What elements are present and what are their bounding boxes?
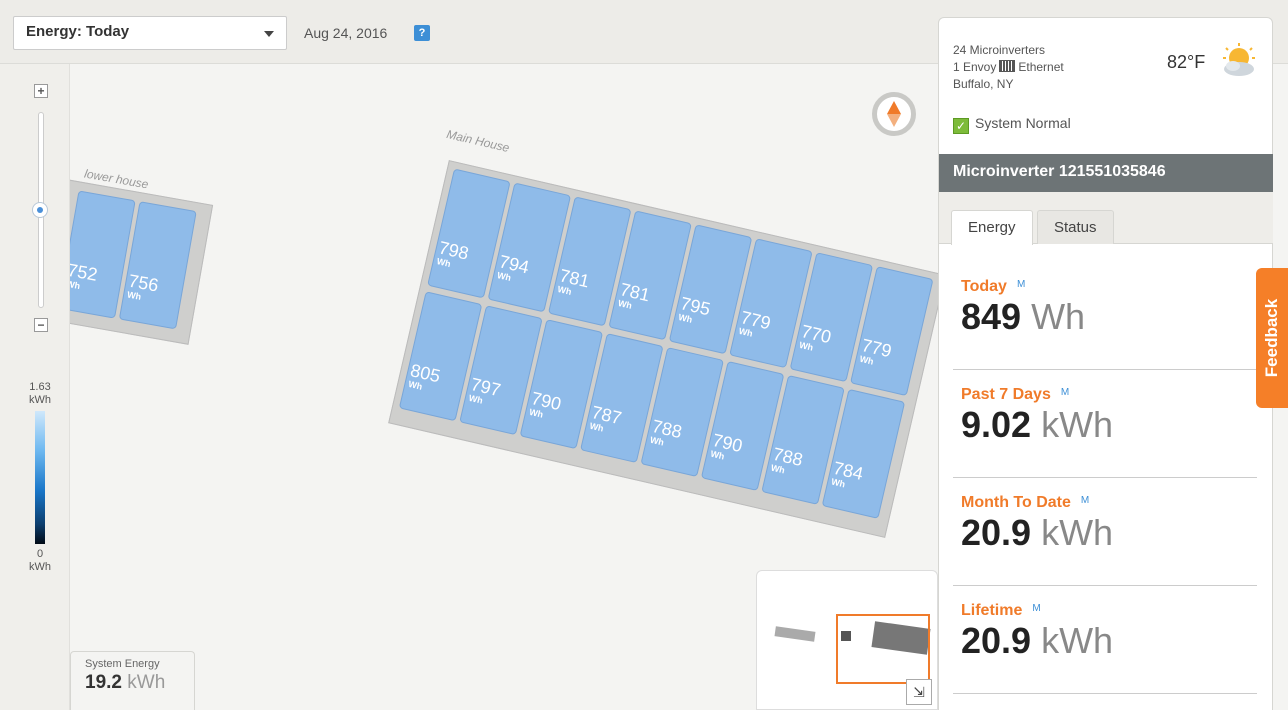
partly-cloudy-icon — [1223, 43, 1255, 76]
panel-unit: Wh — [435, 256, 452, 270]
chevron-down-icon — [264, 31, 274, 37]
stat-unit: kWh — [1041, 512, 1114, 553]
stat-value: 20.9 — [961, 512, 1032, 553]
zoom-slider-thumb[interactable] — [32, 202, 48, 218]
stat-title: Past 7 Days — [961, 386, 1051, 403]
panel-unit: Wh — [528, 406, 545, 420]
system-info-panel: 24 Microinverters 1 Envoy Ethernet Buffal… — [938, 17, 1273, 710]
overview-minimap[interactable]: ⇲ — [756, 570, 938, 710]
legend-min: 0 kWh — [20, 548, 60, 574]
microinverter-title: Microinverter 121551035846 — [939, 154, 1273, 192]
energy-view-label: Energy: Today — [26, 23, 130, 40]
panel-unit: Wh — [407, 378, 424, 392]
system-energy-label: System Energy — [85, 658, 160, 670]
stat-unit: Wh — [1031, 296, 1086, 337]
stat-value: 849 — [961, 296, 1022, 337]
legend-min-value: 0 — [36, 548, 44, 560]
panel-unit: Wh — [830, 476, 847, 490]
envoy-count: 1 Envoy — [953, 60, 997, 74]
stat-title: Today — [961, 278, 1007, 295]
tab-energy[interactable]: Energy — [951, 210, 1033, 245]
divider — [953, 693, 1257, 694]
stat-marker: M — [1080, 495, 1090, 506]
panel-unit: Wh — [737, 325, 754, 339]
system-location: Buffalo, NY — [953, 77, 1014, 91]
legend-max-unit: kWh — [29, 394, 51, 406]
panel-unit: Wh — [677, 311, 694, 325]
divider — [953, 369, 1257, 370]
stat-marker: M — [1060, 387, 1070, 398]
minimap-array-lower — [774, 626, 816, 642]
panel-unit: Wh — [467, 392, 484, 406]
temperature: 82°F — [1167, 52, 1206, 72]
feedback-label: Feedback — [1262, 298, 1281, 378]
stat-title: Month To Date — [961, 494, 1071, 511]
microinverter-count: 24 Microinverters — [953, 43, 1046, 57]
stat-unit: kWh — [1041, 620, 1114, 661]
expand-icon[interactable]: ⇲ — [906, 679, 932, 705]
minimap-viewport[interactable] — [836, 614, 930, 684]
stat-today: Today M 849 Wh — [961, 278, 1251, 338]
panel-unit: Wh — [556, 284, 573, 297]
stat-past-7-days: Past 7 Days M 9.02 kWh — [961, 386, 1251, 446]
panel-unit: Wh — [769, 462, 786, 476]
stat-marker: M — [1032, 603, 1041, 614]
divider — [953, 477, 1257, 478]
system-energy-value: 19.2 — [85, 672, 122, 693]
system-status-text: System Normal — [975, 115, 1071, 131]
envoy-info: 1 Envoy Ethernet — [953, 59, 1064, 76]
system-energy-unit: kWh — [127, 672, 166, 693]
legend-min-unit: kWh — [29, 561, 51, 573]
panel-unit: Wh — [649, 434, 665, 448]
stat-lifetime: Lifetime M 20.9 kWh — [961, 602, 1251, 662]
system-status: ✓ System Normal — [953, 115, 1071, 134]
check-icon: ✓ — [953, 118, 969, 134]
zoom-in-button[interactable]: + — [34, 84, 48, 98]
array-label-main-house: Main House — [445, 126, 511, 156]
detail-tabs: Energy Status — [939, 192, 1273, 245]
panel-unit: Wh — [709, 448, 726, 462]
date-label: Aug 24, 2016 — [304, 25, 388, 41]
stat-title: Lifetime — [961, 602, 1023, 619]
divider — [953, 585, 1257, 586]
array-main-house[interactable]: 798 Wh 794 Wh 781 Wh 781 Wh 795 Wh 779 Wh 770 W… — [388, 160, 940, 538]
system-summary: 24 Microinverters 1 Envoy Ethernet Buffal… — [953, 42, 1064, 93]
stat-month-to-date: Month To Date M 20.9 kWh — [961, 494, 1251, 554]
legend-max-value: 1.63 — [29, 381, 51, 393]
legend-max: 1.63 kWh — [20, 381, 60, 407]
stat-value: 20.9 — [961, 620, 1032, 661]
tab-status[interactable]: Status — [1037, 210, 1114, 244]
panel-unit: Wh — [798, 339, 815, 353]
zoom-out-button[interactable]: − — [34, 318, 48, 332]
panel-unit: Wh — [126, 289, 142, 302]
app-root: Energy: Today Aug 24, 2016 ? lower house… — [0, 0, 1288, 710]
panel-unit: Wh — [588, 420, 605, 434]
stat-value: 9.02 — [961, 404, 1032, 445]
panel-unit: Wh — [858, 353, 875, 367]
panel-unit: Wh — [496, 270, 513, 283]
compass-icon[interactable] — [872, 92, 916, 136]
panel-unit: Wh — [617, 297, 633, 311]
system-energy-box: System Energy 19.2 kWh — [70, 651, 195, 710]
stat-unit: kWh — [1041, 404, 1114, 445]
envoy-connection: Ethernet — [1018, 60, 1064, 74]
ethernet-icon — [999, 60, 1016, 72]
energy-view-dropdown[interactable]: Energy: Today — [13, 16, 287, 50]
feedback-button[interactable]: Feedback — [1256, 268, 1288, 408]
help-icon[interactable]: ? — [414, 25, 430, 41]
stat-marker: M — [1016, 279, 1026, 290]
legend-color-scale — [35, 411, 45, 544]
